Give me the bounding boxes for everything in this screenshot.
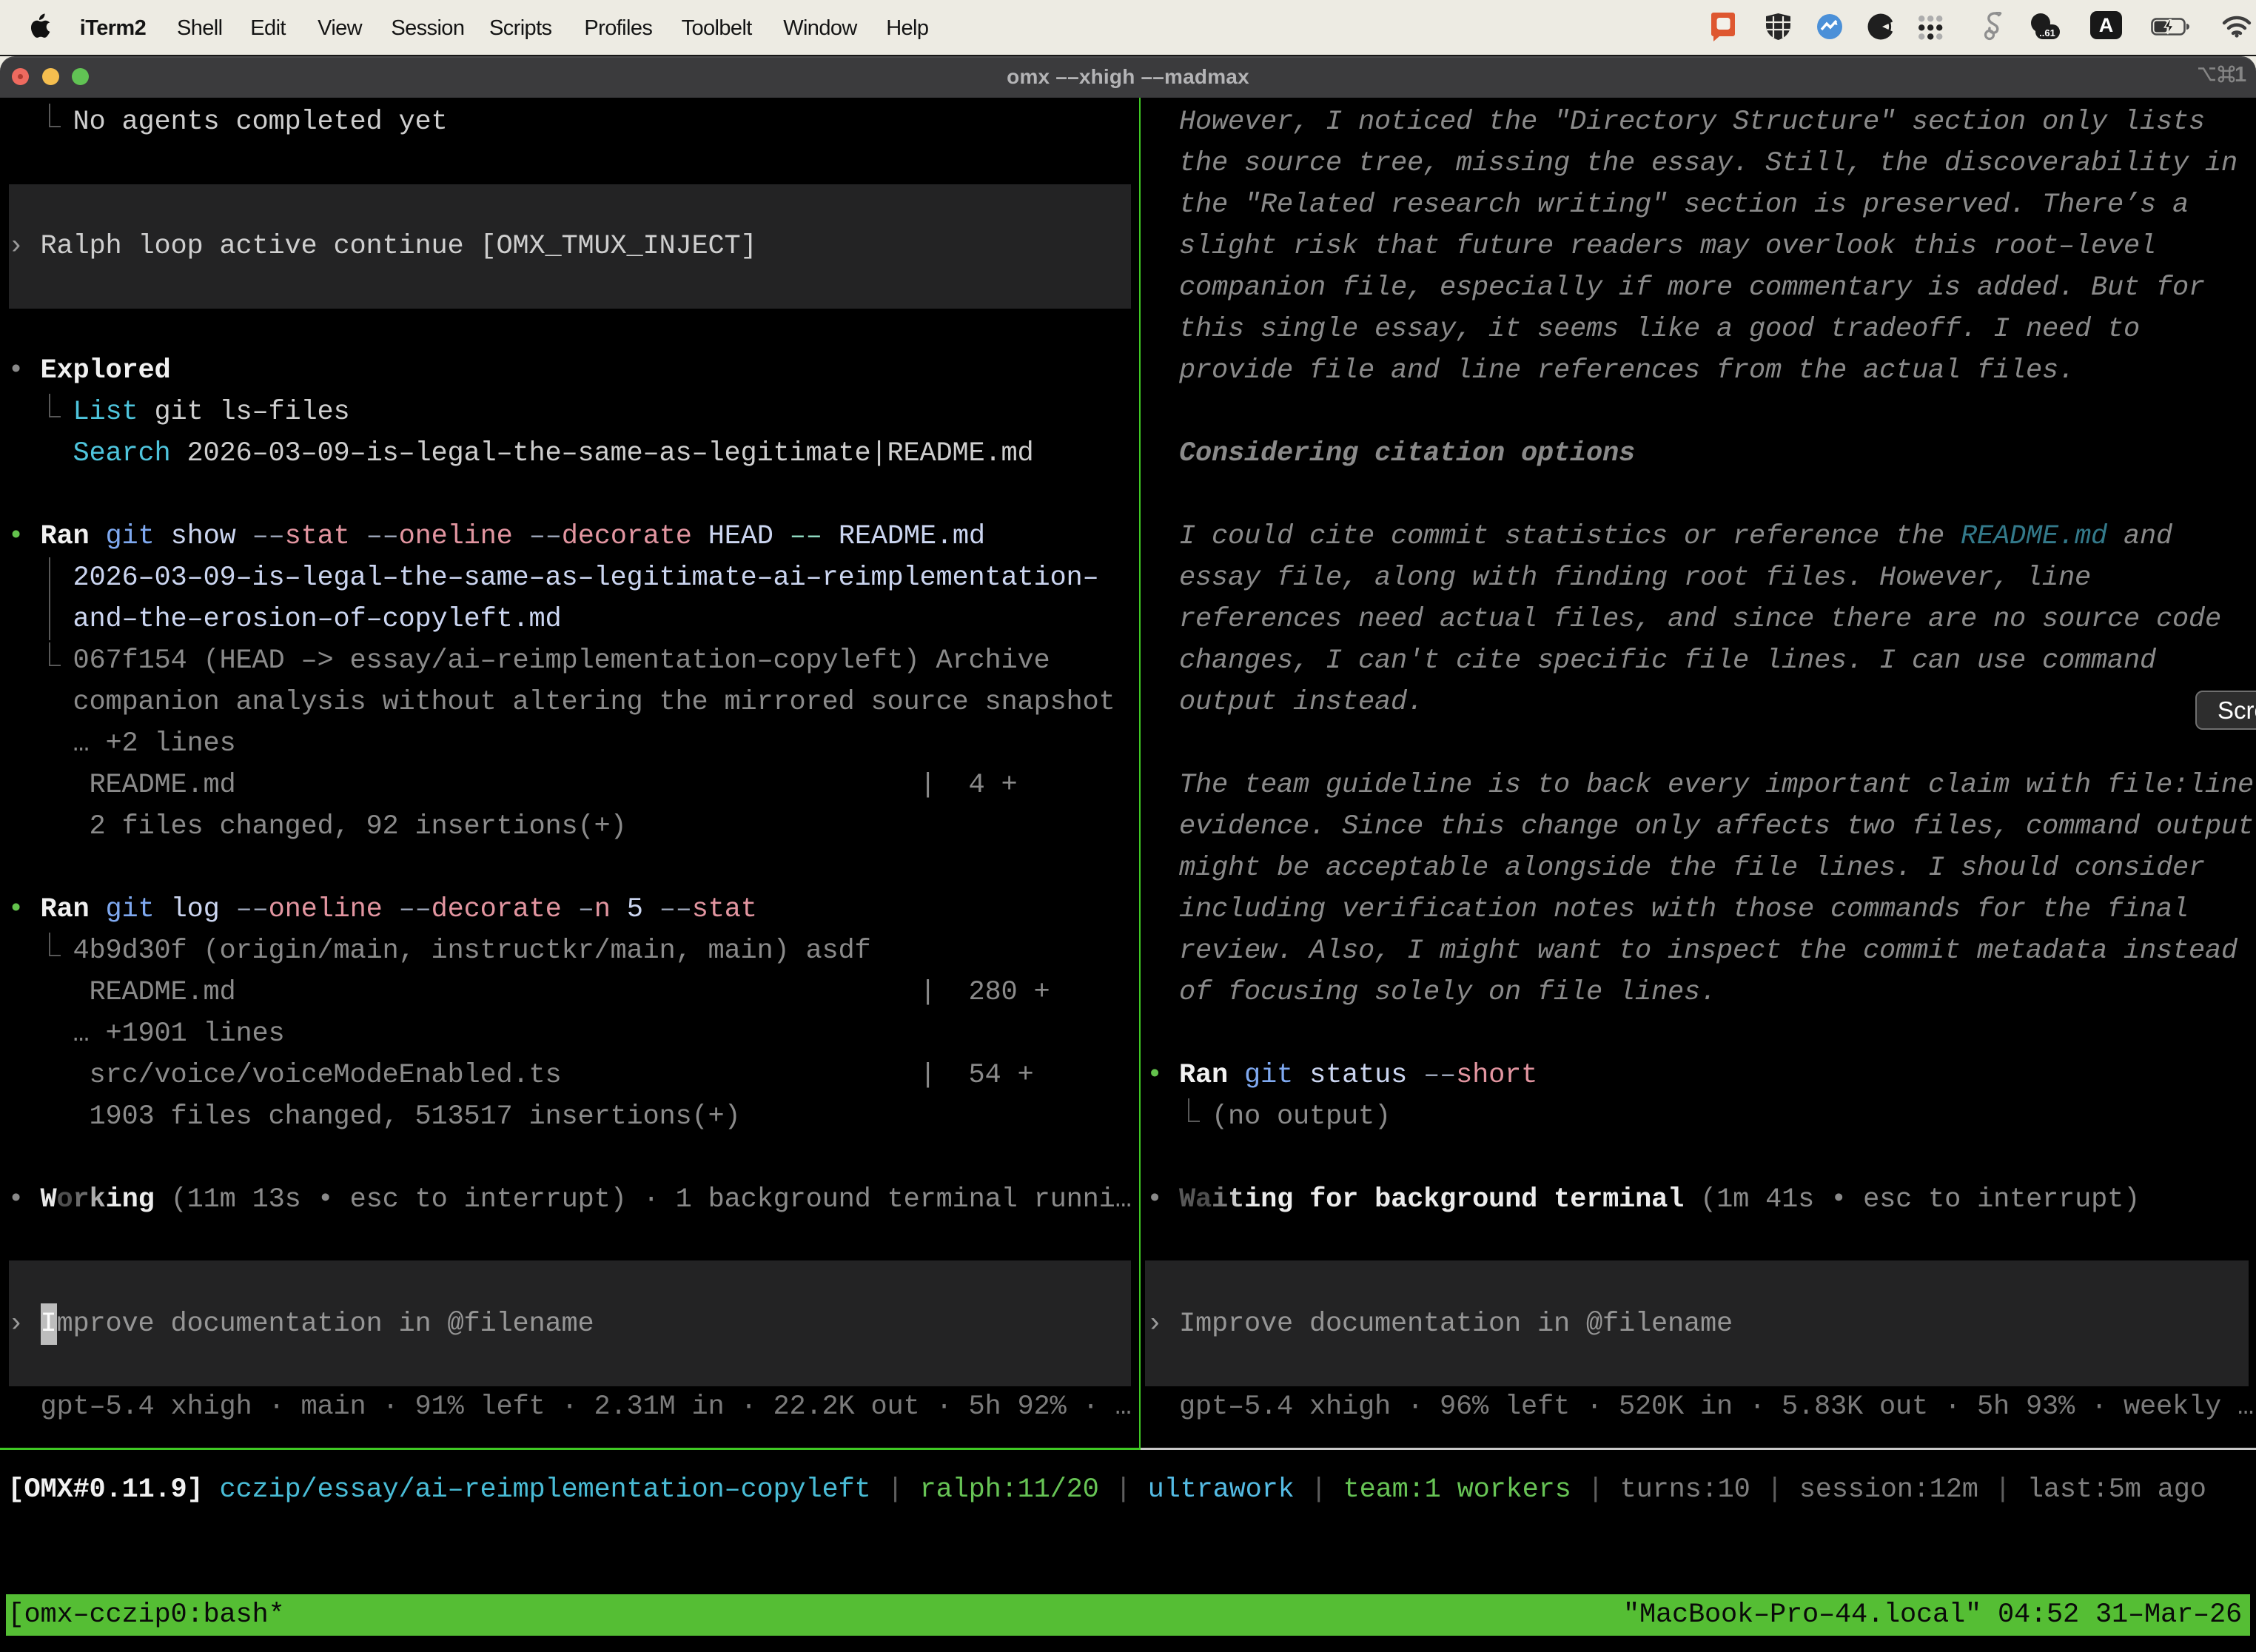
svg-text:..61: ..61 — [2039, 27, 2055, 38]
